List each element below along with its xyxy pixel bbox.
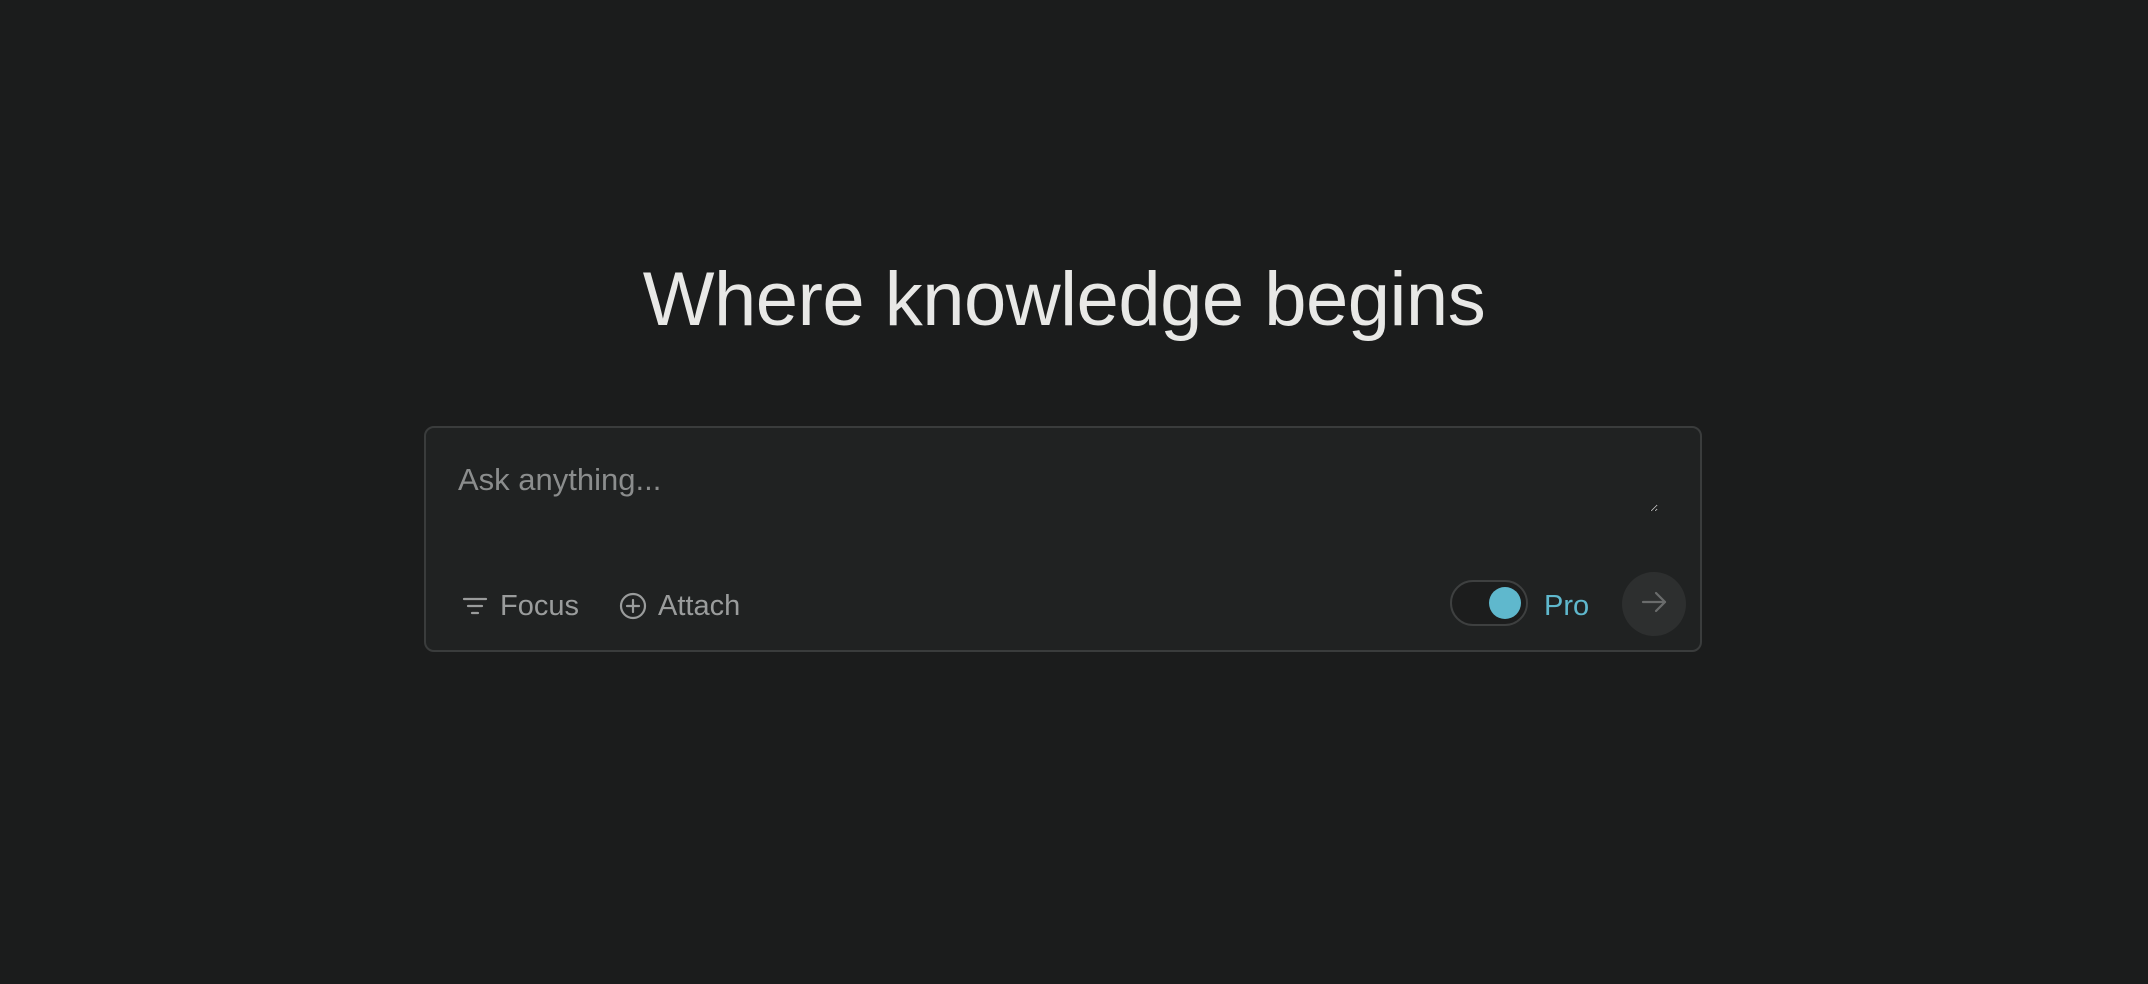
pro-toggle[interactable] — [1450, 580, 1528, 626]
toggle-knob — [1489, 587, 1521, 619]
submit-button[interactable] — [1622, 572, 1686, 636]
search-card: Focus Attach Pro — [424, 426, 1702, 652]
page-title: Where knowledge begins — [642, 257, 1486, 342]
pro-label: Pro — [1544, 590, 1590, 622]
plus-circle-icon — [618, 591, 648, 621]
search-input[interactable] — [458, 462, 1658, 512]
focus-label: Focus — [500, 589, 579, 622]
page: Where knowledge begins Focus Att — [0, 0, 2148, 984]
arrow-right-icon — [1639, 587, 1669, 622]
focus-button[interactable]: Focus — [460, 586, 579, 626]
attach-button[interactable]: Attach — [618, 586, 740, 626]
filter-lines-icon — [460, 591, 490, 621]
attach-label: Attach — [658, 589, 741, 622]
